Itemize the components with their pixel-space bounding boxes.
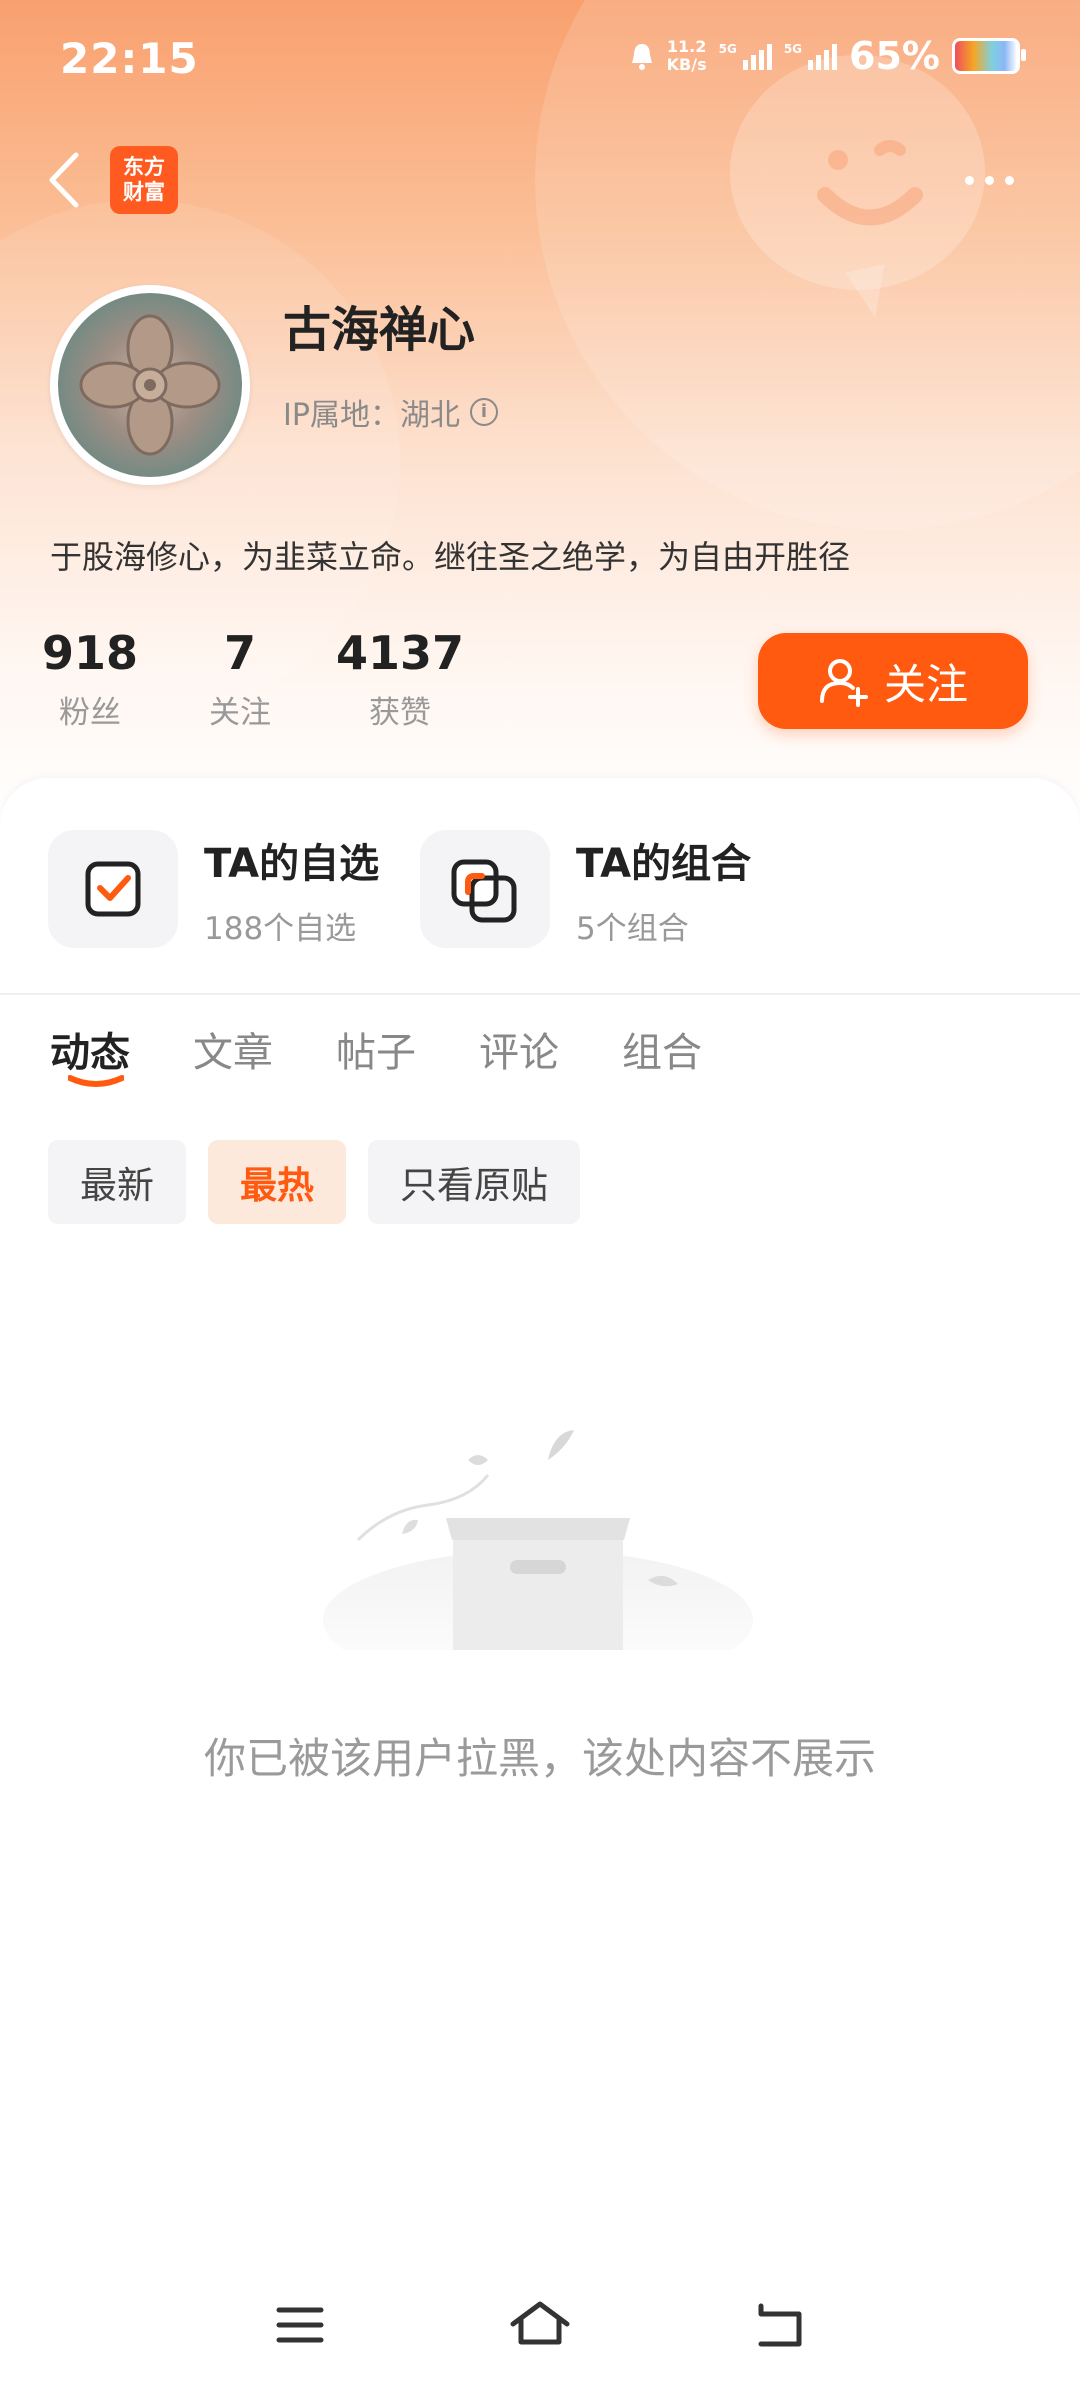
back-nav-icon[interactable]: [745, 2290, 815, 2360]
eastmoney-logo[interactable]: 东方 财富: [110, 146, 178, 214]
system-navigation-bar: [0, 2270, 1080, 2388]
active-tab-indicator: [68, 1075, 124, 1087]
empty-box-icon: [323, 1430, 753, 1650]
filter-original-only[interactable]: 只看原贴: [368, 1140, 580, 1224]
menu-icon[interactable]: [265, 2290, 335, 2360]
signal-5g-icon: 5G: [719, 42, 772, 70]
more-options-icon[interactable]: [965, 168, 1025, 192]
info-icon[interactable]: i: [469, 398, 498, 426]
avatar[interactable]: [50, 285, 250, 485]
stat-likes[interactable]: 4137 获赞: [330, 625, 470, 732]
add-user-icon: [819, 659, 868, 707]
back-arrow-icon[interactable]: [44, 145, 88, 215]
tab-comments[interactable]: 评论: [479, 1020, 559, 1098]
profile-tabs: 动态 文章 帖子 评论 组合: [50, 1020, 702, 1098]
network-speed: 11.2 KB/s: [666, 37, 707, 74]
quick-link-portfolio[interactable]: TA的组合 5个组合: [420, 830, 751, 948]
bio-text: 于股海修心，为韭菜立命。继往圣之绝学，为自由开胜径: [50, 538, 851, 576]
profile-stats: 918 粉丝 7 关注 4137 获赞: [42, 625, 470, 732]
avatar-image: [79, 314, 221, 456]
battery-percentage: 65%: [849, 34, 940, 78]
blocked-message: 你已被该用户拉黑，该处内容不展示: [203, 1734, 876, 1783]
home-icon[interactable]: [505, 2290, 575, 2360]
stat-fans[interactable]: 918 粉丝: [30, 625, 150, 732]
signal-5g-icon-2: 5G: [784, 42, 838, 70]
smile-decoration-icon: [817, 140, 923, 226]
status-bar: 22:15 11.2 KB/s 5G 5G 65%: [0, 0, 1080, 110]
filter-chips: 最新 最热 只看原贴: [48, 1140, 580, 1224]
clock: 22:15: [60, 34, 199, 83]
username: 古海禅心: [283, 302, 476, 358]
portfolio-icon: [451, 859, 517, 923]
divider: [0, 993, 1080, 995]
follow-button[interactable]: 关注: [758, 633, 1028, 729]
tab-posts[interactable]: 帖子: [336, 1020, 416, 1098]
battery-icon: [952, 38, 1026, 74]
stat-following[interactable]: 7 关注: [180, 625, 300, 732]
alarm-icon: [631, 44, 652, 70]
ip-location: IP属地：湖北 i: [283, 390, 498, 434]
watchlist-icon: [85, 861, 141, 917]
tab-portfolios[interactable]: 组合: [622, 1020, 702, 1098]
filter-hottest[interactable]: 最热: [208, 1140, 346, 1224]
tab-articles[interactable]: 文章: [193, 1020, 273, 1098]
filter-latest[interactable]: 最新: [48, 1140, 186, 1224]
quick-link-watchlist[interactable]: TA的自选 188个自选: [48, 830, 379, 948]
tab-dynamics[interactable]: 动态: [50, 1020, 130, 1098]
